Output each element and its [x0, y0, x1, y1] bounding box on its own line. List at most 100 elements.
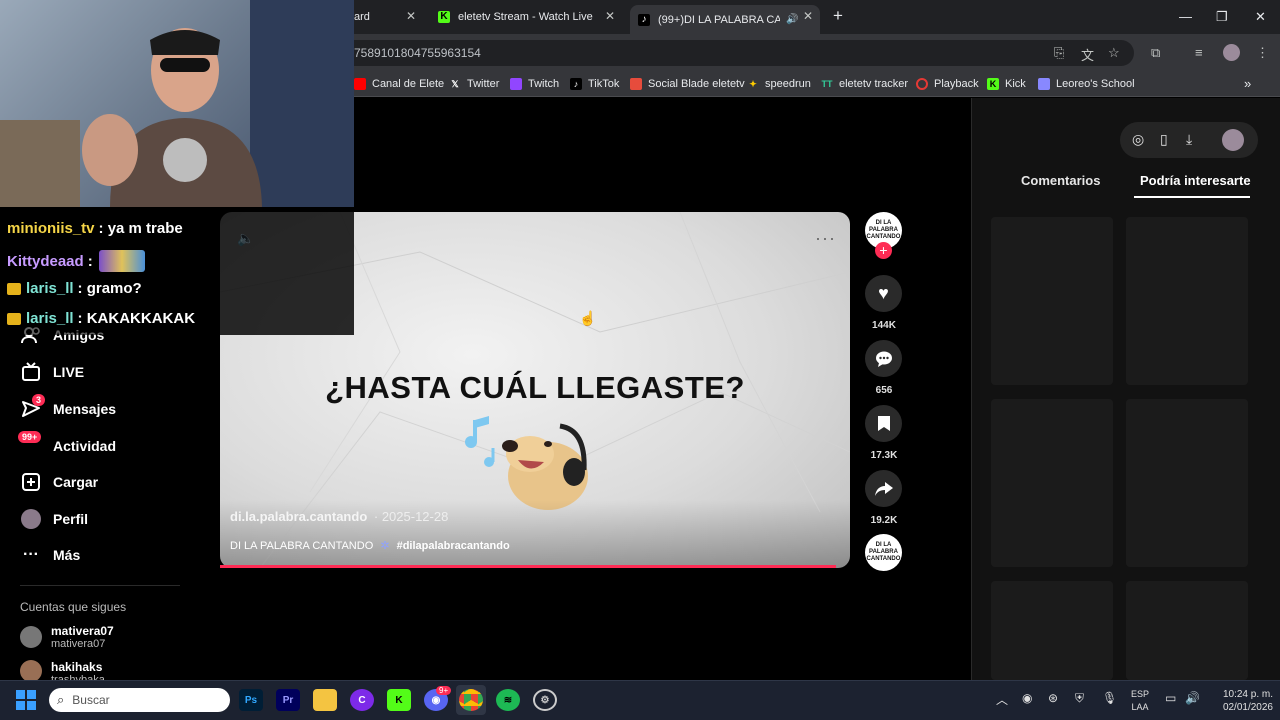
browser-tab[interactable]: K eletetv Stream - Watch Live on [438, 6, 594, 28]
follow-plus-button[interactable]: + [875, 242, 892, 259]
close-tab-icon[interactable]: ✕ [406, 9, 416, 23]
close-tab-icon[interactable]: ✕ [803, 9, 813, 23]
avatar [20, 626, 42, 648]
bookmark-star-icon[interactable]: ☆ [1108, 45, 1120, 61]
tracker-icon: TT [821, 79, 833, 89]
minimize-icon[interactable]: — [1179, 9, 1192, 24]
chrome-profile-avatar[interactable] [1223, 44, 1240, 61]
chat-username: laris_ll [26, 310, 74, 327]
sidebar-item-actividad[interactable]: 99+ Actividad [18, 431, 116, 459]
tray-microphone-icon[interactable]: 🎙 [1102, 691, 1117, 705]
share-button[interactable] [865, 470, 902, 507]
chat-message: minioniis_tv : ya m trabe [7, 220, 183, 237]
more-options-icon[interactable]: ··· [815, 228, 836, 249]
playback-icon [916, 78, 928, 90]
sidebar-item-cargar[interactable]: Cargar [20, 469, 98, 495]
sidebar-item-live[interactable]: LIVE [20, 359, 84, 385]
bookmark-speedrun[interactable]: ✦ speedrun [747, 76, 811, 92]
bookmark-label: speedrun [765, 78, 811, 90]
bookmark-leoreos-school[interactable]: Leoreo's School [1038, 76, 1135, 92]
sparkle-icon: ✲ [380, 540, 390, 552]
video-thumbnail[interactable] [991, 217, 1113, 385]
bookmark-twitter[interactable]: 𝕏 Twitter [449, 76, 499, 92]
share-count: 19.2K [870, 515, 898, 526]
browser-tab-active[interactable]: ♪ (99+)DI LA PALABRA CANT 🔊 [630, 5, 820, 34]
chrome-icon[interactable] [459, 689, 483, 711]
download-icon[interactable]: ⤓ [1186, 131, 1192, 148]
bookmark-eletetv-tracker[interactable]: TT eletetv tracker [821, 76, 909, 92]
video-thumbnail[interactable] [1126, 581, 1248, 680]
file-explorer-icon[interactable] [313, 689, 337, 711]
followed-account[interactable]: mativera07 mativera07 [20, 624, 114, 650]
more-icon: ··· [23, 546, 39, 563]
hashtag-link[interactable]: #dilapalabracantando [397, 540, 510, 552]
sidebar-item-mas[interactable]: ··· Más [20, 542, 80, 568]
video-thumbnail[interactable] [1126, 399, 1248, 567]
bookmark-social-blade[interactable]: Social Blade eletetv [630, 76, 745, 92]
bookmarks-overflow-icon[interactable]: » [1244, 76, 1251, 91]
network-icon[interactable]: ▭ [1165, 691, 1176, 705]
premiere-icon[interactable]: Pr [276, 689, 300, 711]
bookmark-kick[interactable]: K Kick [987, 76, 1026, 92]
compass-icon[interactable]: ◎ [1132, 131, 1144, 148]
video-progress-bar[interactable] [220, 565, 836, 568]
author-handle[interactable]: di.la.palabra.cantando [230, 509, 367, 524]
chat-text: : gramo? [77, 280, 142, 297]
bookmark-playback[interactable]: Playback [916, 76, 979, 92]
photoshop-icon[interactable]: Ps [239, 689, 263, 711]
tab-podria-interesarte[interactable]: Podría interesarte [1140, 173, 1251, 188]
settings-icon[interactable]: ⚙ [533, 689, 557, 711]
spotify-icon[interactable]: ≋ [496, 689, 520, 711]
chat-text: : ya m trabe [98, 220, 183, 237]
tray-security-icon[interactable]: ⛨ [1075, 691, 1084, 706]
video-thumbnail[interactable] [991, 581, 1113, 680]
bookmark-tiktok[interactable]: ♪ TikTok [570, 76, 619, 92]
close-window-icon[interactable]: ✕ [1255, 9, 1266, 25]
restore-icon[interactable]: ❐ [1216, 9, 1228, 25]
phone-icon[interactable]: ▯ [1160, 131, 1168, 148]
video-thumbnail[interactable] [991, 399, 1113, 567]
video-caption: DI LA PALABRA CANTANDO ✲ #dilapalabracan… [230, 539, 510, 552]
clock-date: 02/01/2026 [1222, 702, 1273, 713]
like-button[interactable]: ♥ [865, 275, 902, 312]
user-avatar[interactable] [1222, 129, 1244, 151]
tray-steam-icon[interactable]: ⊛ [1048, 691, 1058, 705]
extensions-icon[interactable]: ⧉ [1151, 45, 1160, 61]
close-tab-icon[interactable]: ✕ [605, 9, 615, 23]
tray-discord-icon[interactable]: ◉ [1022, 691, 1032, 705]
browser-tab[interactable]: ard [354, 6, 404, 28]
keyboard-language[interactable]: ESP LAA [1131, 688, 1149, 714]
audio-playing-icon[interactable]: 🔊 [786, 14, 798, 25]
sidebar-item-label: Más [53, 547, 81, 563]
comment-button[interactable] [865, 340, 902, 377]
kick-icon[interactable]: K [387, 689, 411, 711]
translate-icon[interactable]: 文 [1081, 45, 1094, 64]
chrome-menu-icon[interactable]: ⋮ [1256, 45, 1269, 61]
active-tab-indicator [1134, 196, 1250, 198]
language-code: ESP [1131, 689, 1150, 699]
school-icon [1038, 78, 1050, 90]
windows-start-icon[interactable] [16, 690, 36, 715]
install-app-icon[interactable]: ⎘ [1054, 45, 1064, 61]
tab-comentarios[interactable]: Comentarios [1021, 173, 1100, 188]
taskbar-clock[interactable]: 10:24 p. m. 02/01/2026 [1203, 688, 1273, 714]
save-button[interactable] [865, 405, 902, 442]
socialblade-icon [630, 78, 642, 90]
new-tab-button[interactable]: + [833, 6, 843, 26]
video-author[interactable]: di.la.palabra.cantando · 2025-12-28 [230, 509, 448, 524]
bookmark-canal-de-elete[interactable]: Canal de Elete [354, 76, 444, 92]
followed-account[interactable]: hakihaks trashybaka [20, 660, 105, 680]
sidebar-item-mensajes[interactable]: 3 Mensajes [20, 394, 116, 422]
tray-overflow-icon[interactable]: ︿ [996, 691, 1008, 708]
bookmark-twitch[interactable]: Twitch [510, 76, 559, 92]
media-control-icon[interactable]: ≡ [1195, 45, 1203, 60]
discord-badge: 9+ [436, 686, 452, 695]
canva-icon[interactable]: C [350, 689, 374, 711]
volume-icon[interactable]: 🔊 [1185, 691, 1200, 705]
sidebar-item-perfil[interactable]: Perfil [20, 506, 88, 532]
url-text[interactable]: 7589101804755963154 [354, 46, 481, 60]
video-thumbnail[interactable] [1126, 217, 1248, 385]
taskbar-search[interactable]: ⌕ Buscar [49, 688, 230, 712]
sound-disc[interactable]: DI LA PALABRA CANTANDO [865, 534, 902, 571]
upload-icon [20, 471, 42, 493]
